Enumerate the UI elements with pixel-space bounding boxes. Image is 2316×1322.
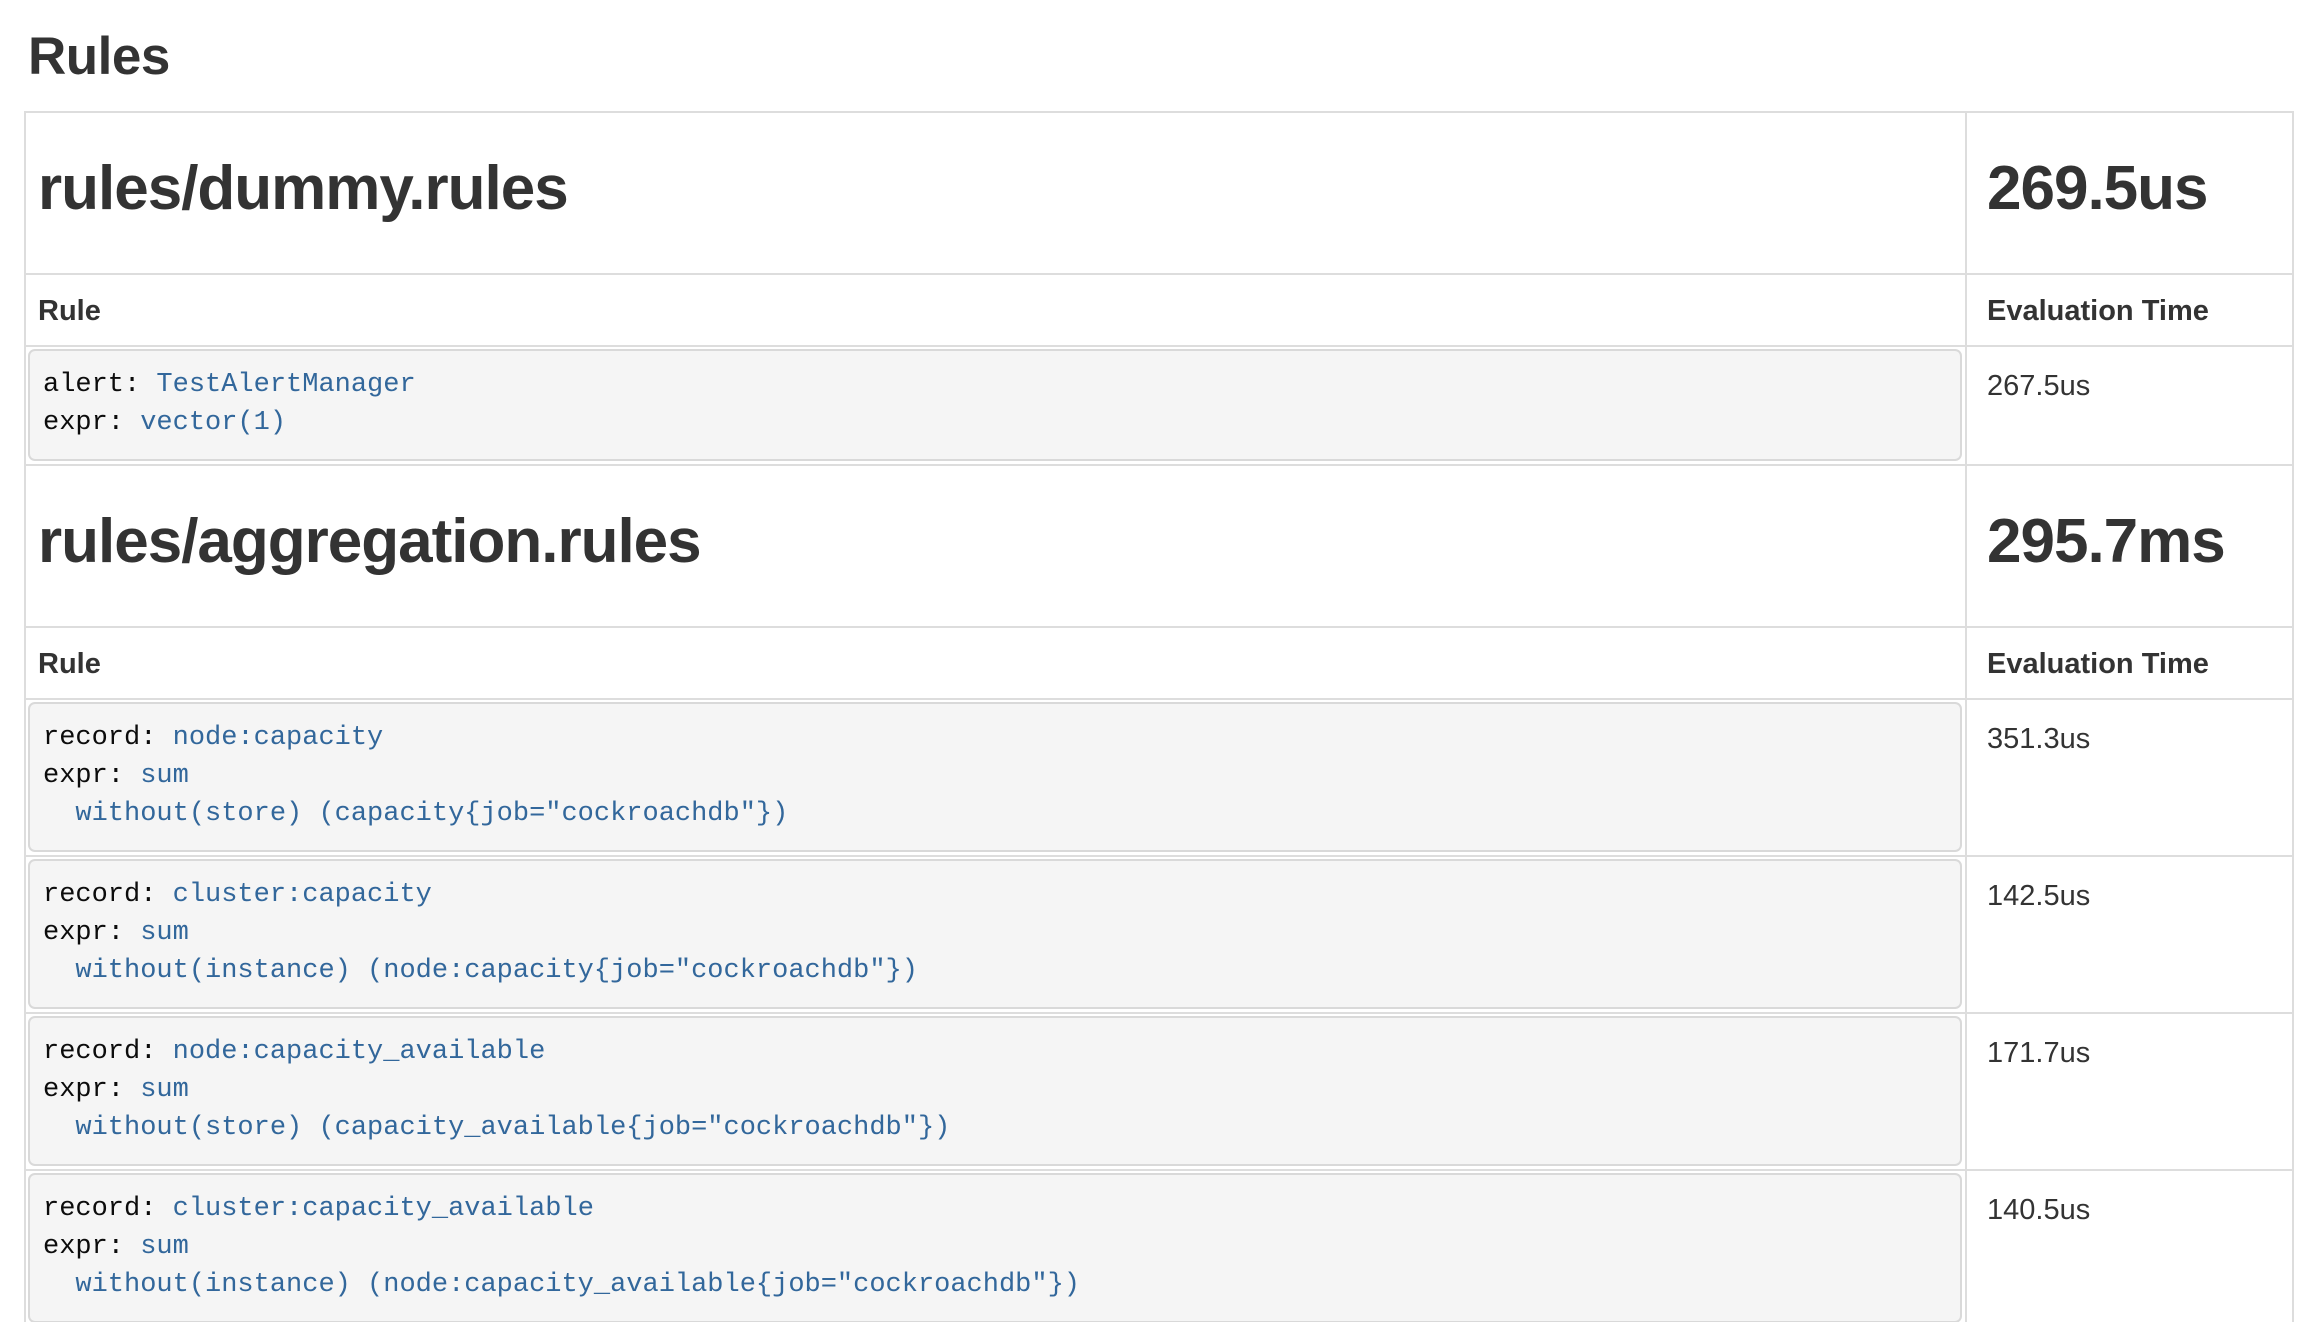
rule-keyword: alert: bbox=[43, 370, 156, 400]
rule-evaluation-time: 351.3us bbox=[1966, 699, 2293, 856]
rule-evaluation-time: 171.7us bbox=[1966, 1013, 2293, 1170]
rule-link[interactable]: node:capacity bbox=[173, 723, 384, 753]
rule-group-name-cell: rules/aggregation.rules bbox=[25, 465, 1966, 627]
rule-group-name: rules/dummy.rules bbox=[38, 151, 1965, 227]
rule-row: alert: TestAlertManager expr: vector(1) … bbox=[25, 346, 2293, 465]
rule-definition: record: cluster:capacity_available expr:… bbox=[28, 1173, 1962, 1322]
rules-page: Rules rules/dummy.rules 269.5us Rule Eva… bbox=[0, 26, 2316, 1322]
rule-link[interactable]: sum without(store) (capacity{job="cockro… bbox=[43, 761, 788, 829]
column-header-row: Rule Evaluation Time bbox=[25, 627, 2293, 699]
rule-link[interactable]: cluster:capacity_available bbox=[173, 1194, 594, 1224]
rule-group-header-row: rules/dummy.rules 269.5us bbox=[25, 112, 2293, 274]
rule-group-evaluation-time-cell: 269.5us bbox=[1966, 112, 2293, 274]
rule-cell: record: node:capacity_available expr: su… bbox=[25, 1013, 1966, 1170]
evaluation-time-column-header: Evaluation Time bbox=[1966, 274, 2293, 346]
rule-row: record: cluster:capacity expr: sum witho… bbox=[25, 856, 2293, 1013]
rule-group-evaluation-time-cell: 295.7ms bbox=[1966, 465, 2293, 627]
rule-row: record: cluster:capacity_available expr:… bbox=[25, 1170, 2293, 1322]
rule-group-name: rules/aggregation.rules bbox=[38, 504, 1965, 580]
rule-keyword: record: bbox=[43, 1037, 173, 1067]
rule-group-header-row: rules/aggregation.rules 295.7ms bbox=[25, 465, 2293, 627]
rule-keyword: expr: bbox=[43, 1075, 140, 1105]
rule-group-evaluation-time: 269.5us bbox=[1987, 151, 2292, 227]
rule-link[interactable]: node:capacity_available bbox=[173, 1037, 546, 1067]
rule-evaluation-time: 140.5us bbox=[1966, 1170, 2293, 1322]
rule-cell: record: cluster:capacity expr: sum witho… bbox=[25, 856, 1966, 1013]
rule-definition: record: cluster:capacity expr: sum witho… bbox=[28, 859, 1962, 1009]
rule-cell: record: cluster:capacity_available expr:… bbox=[25, 1170, 1966, 1322]
rule-evaluation-time: 142.5us bbox=[1966, 856, 2293, 1013]
rule-link[interactable]: TestAlertManager bbox=[156, 370, 415, 400]
rule-column-header: Rule bbox=[25, 627, 1966, 699]
rule-keyword: record: bbox=[43, 1194, 173, 1224]
rule-definition: record: node:capacity_available expr: su… bbox=[28, 1016, 1962, 1166]
column-header-row: Rule Evaluation Time bbox=[25, 274, 2293, 346]
rule-link[interactable]: sum without(instance) (node:capacity{job… bbox=[43, 918, 918, 986]
rule-link[interactable]: vector(1) bbox=[140, 408, 286, 438]
rule-row: record: node:capacity_available expr: su… bbox=[25, 1013, 2293, 1170]
page-title: Rules bbox=[28, 26, 2292, 87]
rules-table: rules/dummy.rules 269.5us Rule Evaluatio… bbox=[24, 111, 2294, 1322]
rule-group-evaluation-time: 295.7ms bbox=[1987, 504, 2292, 580]
rule-column-header: Rule bbox=[25, 274, 1966, 346]
rule-row: record: node:capacity expr: sum without(… bbox=[25, 699, 2293, 856]
rule-keyword: expr: bbox=[43, 761, 140, 791]
rule-keyword: expr: bbox=[43, 408, 140, 438]
rule-definition: record: node:capacity expr: sum without(… bbox=[28, 702, 1962, 852]
rule-cell: record: node:capacity expr: sum without(… bbox=[25, 699, 1966, 856]
rule-evaluation-time: 267.5us bbox=[1966, 346, 2293, 465]
rule-keyword: record: bbox=[43, 880, 173, 910]
rule-group-name-cell: rules/dummy.rules bbox=[25, 112, 1966, 274]
rule-keyword: record: bbox=[43, 723, 173, 753]
rule-definition: alert: TestAlertManager expr: vector(1) bbox=[28, 349, 1962, 461]
rule-keyword: expr: bbox=[43, 918, 140, 948]
rule-link[interactable]: sum without(store) (capacity_available{j… bbox=[43, 1075, 950, 1143]
rule-link[interactable]: sum without(instance) (node:capacity_ava… bbox=[43, 1232, 1080, 1300]
rule-link[interactable]: cluster:capacity bbox=[173, 880, 432, 910]
rule-keyword: expr: bbox=[43, 1232, 140, 1262]
rule-cell: alert: TestAlertManager expr: vector(1) bbox=[25, 346, 1966, 465]
evaluation-time-column-header: Evaluation Time bbox=[1966, 627, 2293, 699]
